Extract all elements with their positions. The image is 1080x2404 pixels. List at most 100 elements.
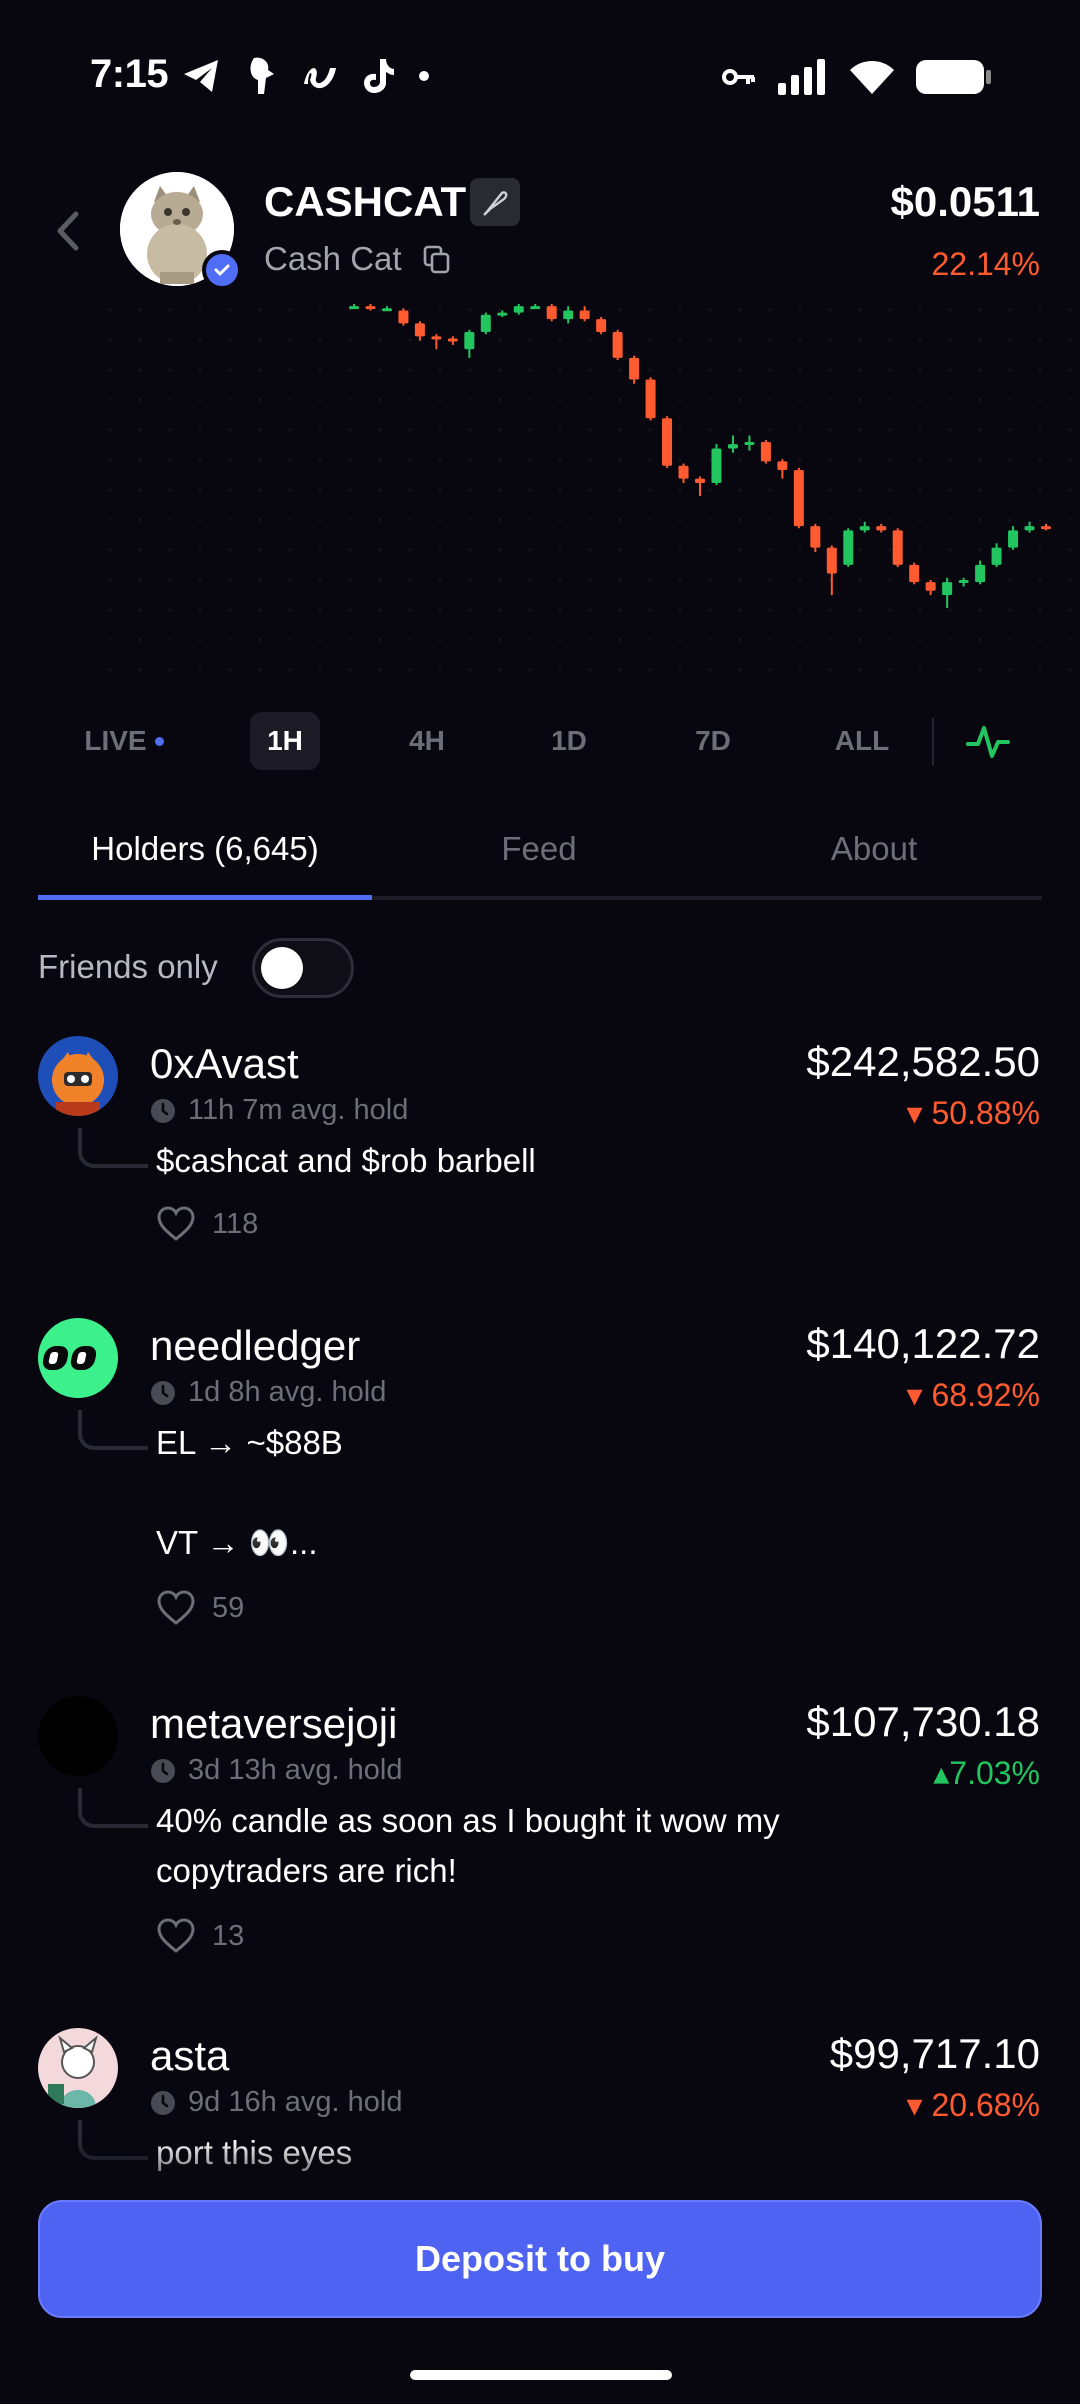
candle-body [991,547,1002,565]
grid-dot [858,458,862,462]
grid-dot [1068,458,1072,462]
like-button[interactable]: 13 [156,1918,244,1954]
grid-dot [528,638,532,642]
battery-icon [916,60,991,94]
candle-body [826,547,837,574]
grid-dot [588,518,592,522]
tf-live-button[interactable]: LIVE [64,712,184,770]
grid-dot [1038,548,1042,552]
section-tabs: Holders (6,645) Feed About [38,820,1042,900]
grid-dot [1068,638,1072,642]
timeframe-selector: LIVE 1H 4H 1D 7D ALL [0,712,1080,774]
grid-dot [288,338,292,342]
chart-candles [349,304,1051,608]
grid-dot [588,458,592,462]
holder-row[interactable]: needledger 1d 8h avg. hold $140,122.72 ▾… [0,1318,1080,1638]
wifi-icon [850,61,894,94]
like-count: 118 [212,1207,259,1240]
grid-dot [438,548,442,552]
candle-body [958,579,969,583]
grid-dot [798,458,802,462]
tab-about[interactable]: About [706,830,1042,880]
grid-dot [558,578,562,582]
candle-body [398,310,409,324]
tf-1d-button[interactable]: 1D [534,712,604,770]
grid-dot [138,578,142,582]
grid-dot [588,428,592,432]
holding-change-value: 50.88% [931,1095,1040,1131]
grid-dot [378,398,382,402]
candle-body [744,441,755,445]
grid-dot [348,458,352,462]
grid-dot [1038,578,1042,582]
candle-body [546,306,557,320]
grid-dot [168,398,172,402]
like-count: 59 [212,1591,245,1624]
holder-name[interactable]: needledger [150,1322,360,1370]
grid-dot [138,308,142,312]
grid-dot [978,458,982,462]
grid-dot [858,398,862,402]
grid-dot [348,338,352,342]
price-chart[interactable] [0,290,1080,710]
grid-dot [408,368,412,372]
grid-dot [678,338,682,342]
candle-body [513,306,524,313]
grid-dot [828,608,832,612]
holder-name[interactable]: asta [150,2032,229,2080]
grid-dot [498,518,502,522]
holder-name[interactable]: metaversejoji [150,1700,397,1748]
back-button[interactable] [48,206,88,256]
like-button[interactable]: 59 [156,1590,244,1626]
grid-dot [198,458,202,462]
tab-feed[interactable]: Feed [372,830,706,880]
grid-dot [648,488,652,492]
copy-icon[interactable] [423,245,451,280]
grid-dot [468,398,472,402]
edit-button[interactable] [470,178,520,226]
holder-row[interactable]: metaversejoji 3d 13h avg. hold $107,730.… [0,1696,1080,1976]
grid-dot [798,638,802,642]
grid-dot [738,458,742,462]
grid-dot [198,638,202,642]
grid-dot [528,668,532,672]
candle-body [711,448,722,483]
tf-7d-button[interactable]: 7D [678,712,748,770]
grid-dot [738,398,742,402]
grid-dot [558,428,562,432]
grid-dot [888,608,892,612]
avg-hold-text: 11h 7m avg. hold [188,1094,409,1126]
tab-holders[interactable]: Holders (6,645) [38,830,372,880]
grid-dot [168,428,172,432]
friends-only-toggle[interactable] [252,938,354,998]
like-button[interactable]: 118 [156,1206,258,1242]
grid-dot [258,368,262,372]
grid-dot [768,398,772,402]
candle-body [793,470,804,527]
grid-dot [498,578,502,582]
holder-row[interactable]: 0xAvast 11h 7m avg. hold $242,582.50 ▾ 5… [0,1036,1080,1256]
heart-icon [157,1590,195,1625]
grid-dot [798,608,802,612]
grid-dot [738,338,742,342]
tf-all-button[interactable]: ALL [822,712,902,770]
grid-dot [618,428,622,432]
grid-dot [768,668,772,672]
grid-dot [708,638,712,642]
system-icons [722,58,992,96]
grid-dot [1008,668,1012,672]
grid-dot [438,368,442,372]
grid-dot [228,488,232,492]
tf-1h-button[interactable]: 1H [250,712,320,770]
grid-dot [258,668,262,672]
notification-icons [182,56,430,96]
deposit-to-buy-button[interactable]: Deposit to buy [38,2200,1042,2318]
grid-dot [948,338,952,342]
grid-dot [708,368,712,372]
tf-4h-button[interactable]: 4H [392,712,462,770]
grid-dot [588,368,592,372]
chart-type-toggle[interactable] [964,718,1012,771]
grid-dot [138,518,142,522]
holder-name[interactable]: 0xAvast [150,1040,299,1088]
home-indicator[interactable] [410,2370,672,2380]
